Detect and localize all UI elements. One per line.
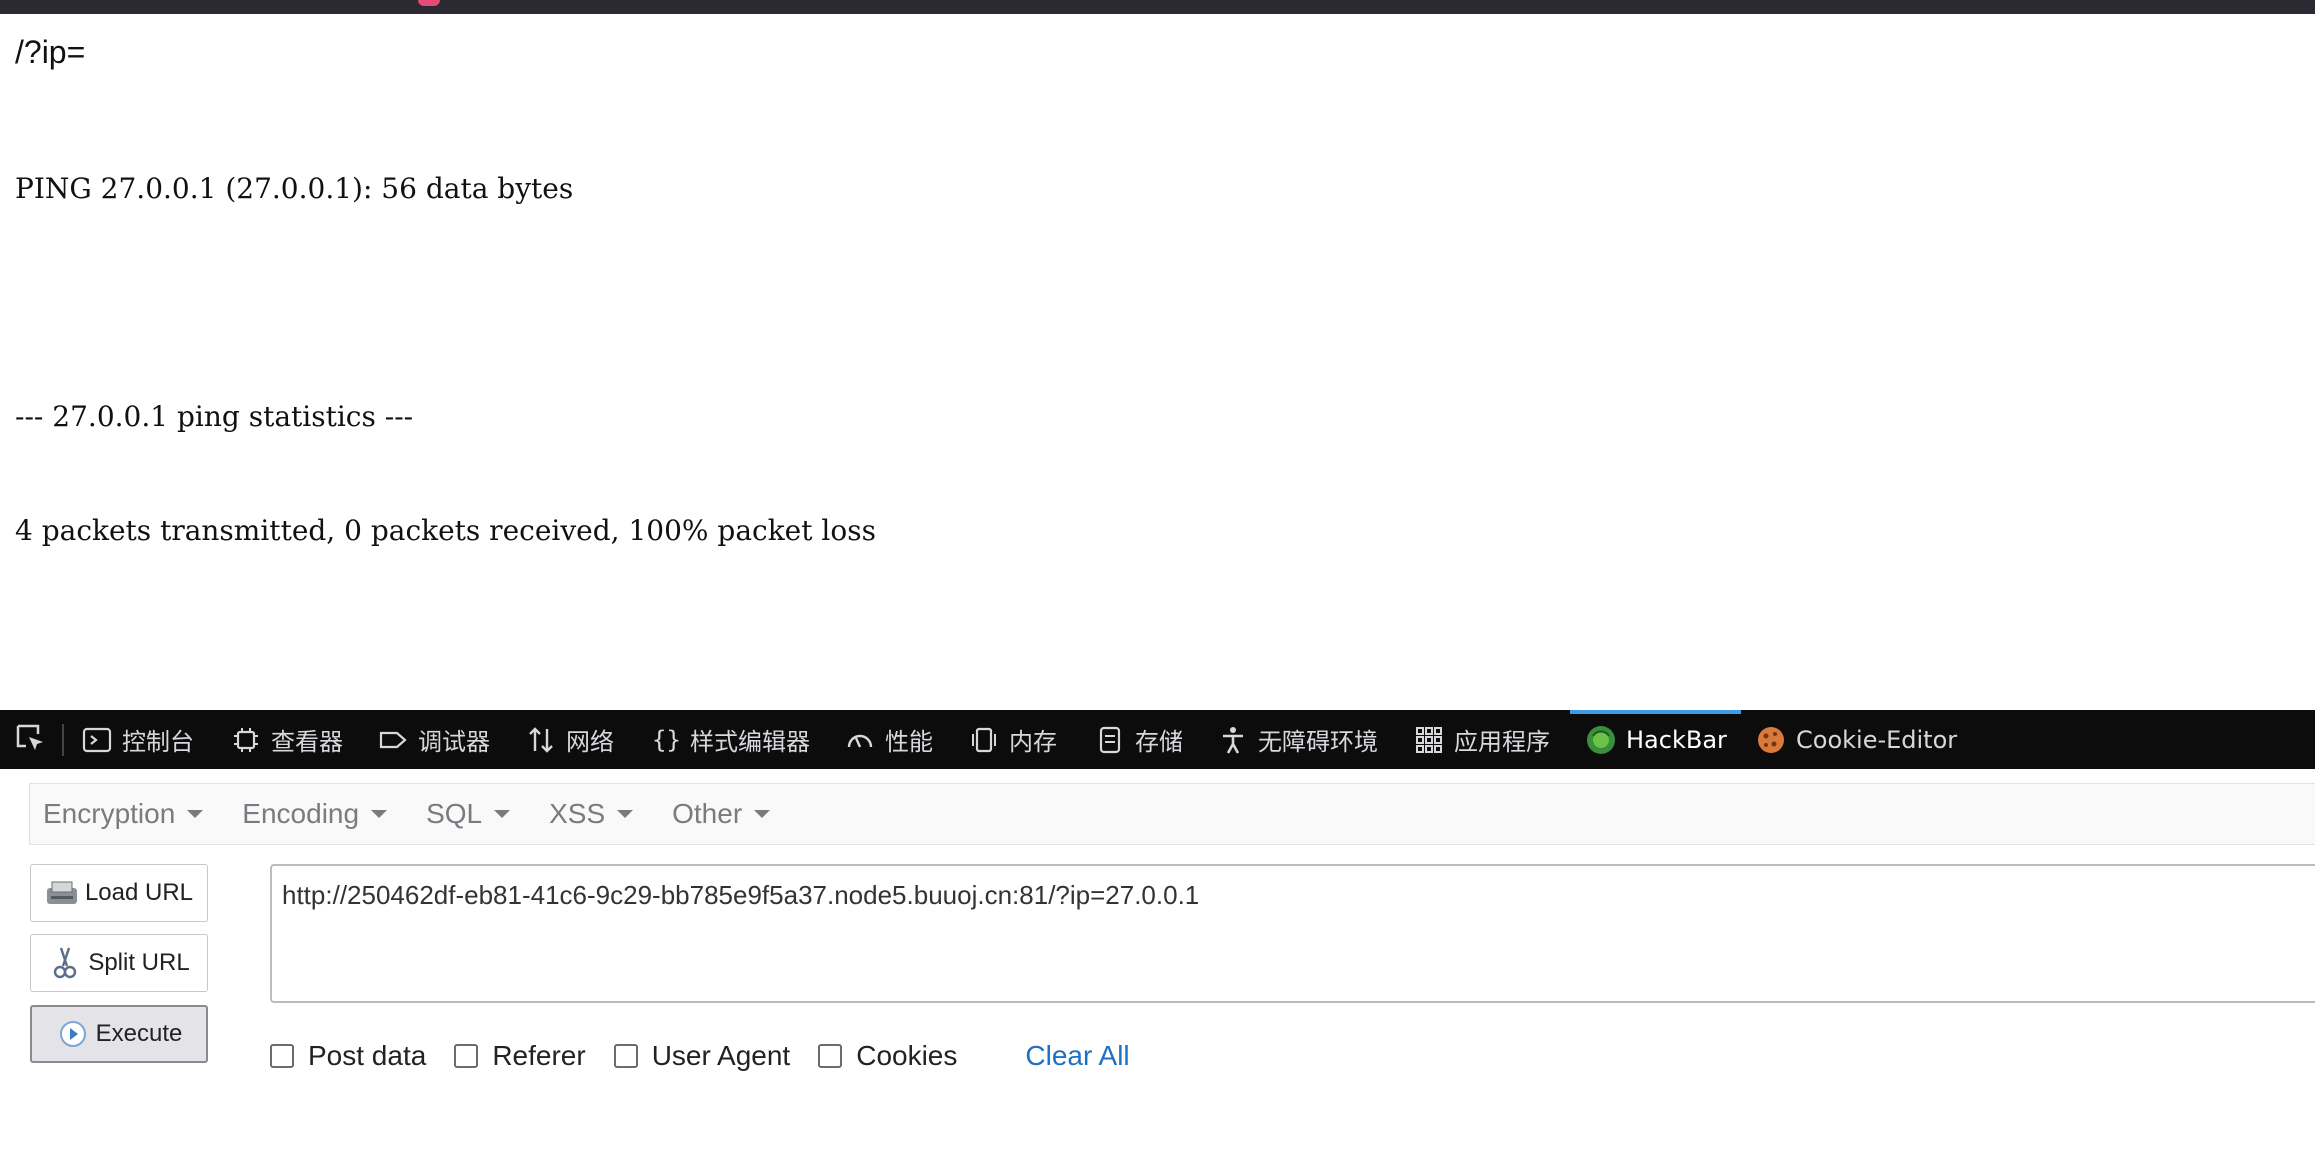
- tab-application[interactable]: 应用程序: [1412, 710, 1550, 769]
- option-label: Referer: [492, 1040, 586, 1071]
- chevron-down-icon: [754, 810, 771, 818]
- option-label: User Agent: [651, 1040, 791, 1071]
- user-agent-checkbox[interactable]: [613, 1044, 638, 1068]
- option-cookies[interactable]: Cookies: [818, 1040, 957, 1072]
- memory-icon: [967, 723, 1001, 757]
- request-options: Post data Referer User Agent Cookies Cle…: [270, 1036, 1130, 1076]
- button-label: Execute: [95, 1020, 183, 1047]
- tab-label: 存储: [1135, 728, 1183, 756]
- browser-top-bar: [0, 0, 2315, 14]
- output-line: PING 27.0.0.1 (27.0.0.1): 56 data bytes: [15, 172, 574, 205]
- load-url-icon: [45, 876, 79, 910]
- chevron-down-icon: [617, 810, 634, 818]
- output-line: --- 27.0.0.1 ping statistics ---: [15, 400, 414, 433]
- accessibility-icon: [1216, 723, 1250, 757]
- hackbar-icon: [1584, 723, 1618, 757]
- menu-label: Encoding: [242, 798, 360, 829]
- split-url-button[interactable]: Split URL: [30, 934, 208, 992]
- tab-accessibility[interactable]: 无障碍环境: [1216, 710, 1378, 769]
- button-label: Split URL: [88, 949, 190, 976]
- ping-output: PING 27.0.0.1 (27.0.0.1): 56 data bytes …: [15, 94, 2295, 626]
- tab-label: 网络: [566, 728, 614, 756]
- style-editor-icon: {}: [648, 723, 682, 757]
- tab-style-editor[interactable]: {} 样式编辑器: [648, 710, 810, 769]
- menu-label: Encryption: [43, 798, 176, 829]
- tab-label: 样式编辑器: [690, 728, 810, 756]
- tab-inspector[interactable]: 查看器: [229, 710, 343, 769]
- option-label: Post data: [308, 1040, 427, 1071]
- tab-label: 调试器: [418, 728, 490, 756]
- tab-label: Cookie-Editor: [1796, 725, 1958, 754]
- option-post-data[interactable]: Post data: [270, 1040, 426, 1072]
- tab-label: 控制台: [122, 728, 194, 756]
- menu-sql[interactable]: SQL: [426, 798, 511, 830]
- page-heading: /?ip=: [15, 34, 86, 70]
- tab-console[interactable]: 控制台: [80, 710, 194, 769]
- play-icon: [56, 1017, 90, 1051]
- button-label: Load URL: [84, 879, 194, 906]
- output-line: 4 packets transmitted, 0 packets receive…: [15, 514, 876, 547]
- hackbar-menu-bar: Encryption Encoding SQL XSS Other: [29, 783, 2315, 845]
- devtools-toolbar: 控制台 查看器 调试器 网络 {} 样式编辑器 性能 内存 存储 无障碍环境 应…: [0, 710, 2315, 769]
- tab-hackbar[interactable]: HackBar: [1570, 710, 1741, 769]
- option-label: Cookies: [856, 1040, 958, 1071]
- post-data-checkbox[interactable]: [270, 1044, 294, 1068]
- cookie-icon: [1754, 723, 1788, 757]
- page-content: /?ip= PING 27.0.0.1 (27.0.0.1): 56 data …: [15, 30, 2295, 626]
- menu-label: Other: [672, 798, 743, 829]
- debugger-icon: [376, 723, 410, 757]
- load-url-button[interactable]: Load URL: [30, 864, 208, 922]
- clear-all-link[interactable]: Clear All: [1025, 1040, 1129, 1072]
- chevron-down-icon: [494, 810, 511, 818]
- tab-indicator: [418, 0, 440, 6]
- inspector-icon: [229, 723, 263, 757]
- url-textarea[interactable]: http://250462df-eb81-41c6-9c29-bb785e9f5…: [270, 864, 2315, 1003]
- console-icon: [80, 723, 114, 757]
- tab-label: 性能: [885, 728, 933, 756]
- tab-memory[interactable]: 内存: [967, 710, 1057, 769]
- menu-xss[interactable]: XSS: [549, 798, 634, 830]
- tab-label: 内存: [1009, 728, 1057, 756]
- svg-text:{}: {}: [652, 726, 680, 754]
- chevron-down-icon: [187, 810, 204, 818]
- option-referer[interactable]: Referer: [454, 1040, 586, 1072]
- scissors-icon: [48, 946, 82, 980]
- storage-icon: [1093, 723, 1127, 757]
- menu-other[interactable]: Other: [672, 798, 771, 830]
- tab-label: 应用程序: [1454, 728, 1550, 756]
- toolbar-separator: [62, 724, 64, 756]
- application-icon: [1412, 723, 1446, 757]
- element-picker-icon[interactable]: [14, 722, 48, 756]
- chevron-down-icon: [371, 810, 388, 818]
- cookies-checkbox[interactable]: [818, 1044, 843, 1068]
- option-user-agent[interactable]: User Agent: [613, 1040, 791, 1072]
- execute-button[interactable]: Execute: [30, 1005, 208, 1063]
- menu-encryption[interactable]: Encryption: [43, 798, 204, 830]
- menu-label: XSS: [549, 798, 606, 829]
- tab-network[interactable]: 网络: [524, 710, 614, 769]
- menu-label: SQL: [426, 798, 483, 829]
- tab-performance[interactable]: 性能: [843, 710, 933, 769]
- performance-icon: [843, 723, 877, 757]
- output-line-blank: [15, 284, 2295, 322]
- network-icon: [524, 723, 558, 757]
- hackbar-panel: Encryption Encoding SQL XSS Other Load U…: [0, 769, 2315, 1153]
- tab-cookie-editor[interactable]: Cookie-Editor: [1754, 710, 1957, 769]
- tab-storage[interactable]: 存储: [1093, 710, 1183, 769]
- tab-label: 查看器: [271, 728, 343, 756]
- tab-debugger[interactable]: 调试器: [376, 710, 490, 769]
- menu-encoding[interactable]: Encoding: [242, 798, 388, 830]
- referer-checkbox[interactable]: [454, 1044, 479, 1068]
- tab-label: HackBar: [1626, 725, 1727, 754]
- tab-label: 无障碍环境: [1258, 728, 1378, 756]
